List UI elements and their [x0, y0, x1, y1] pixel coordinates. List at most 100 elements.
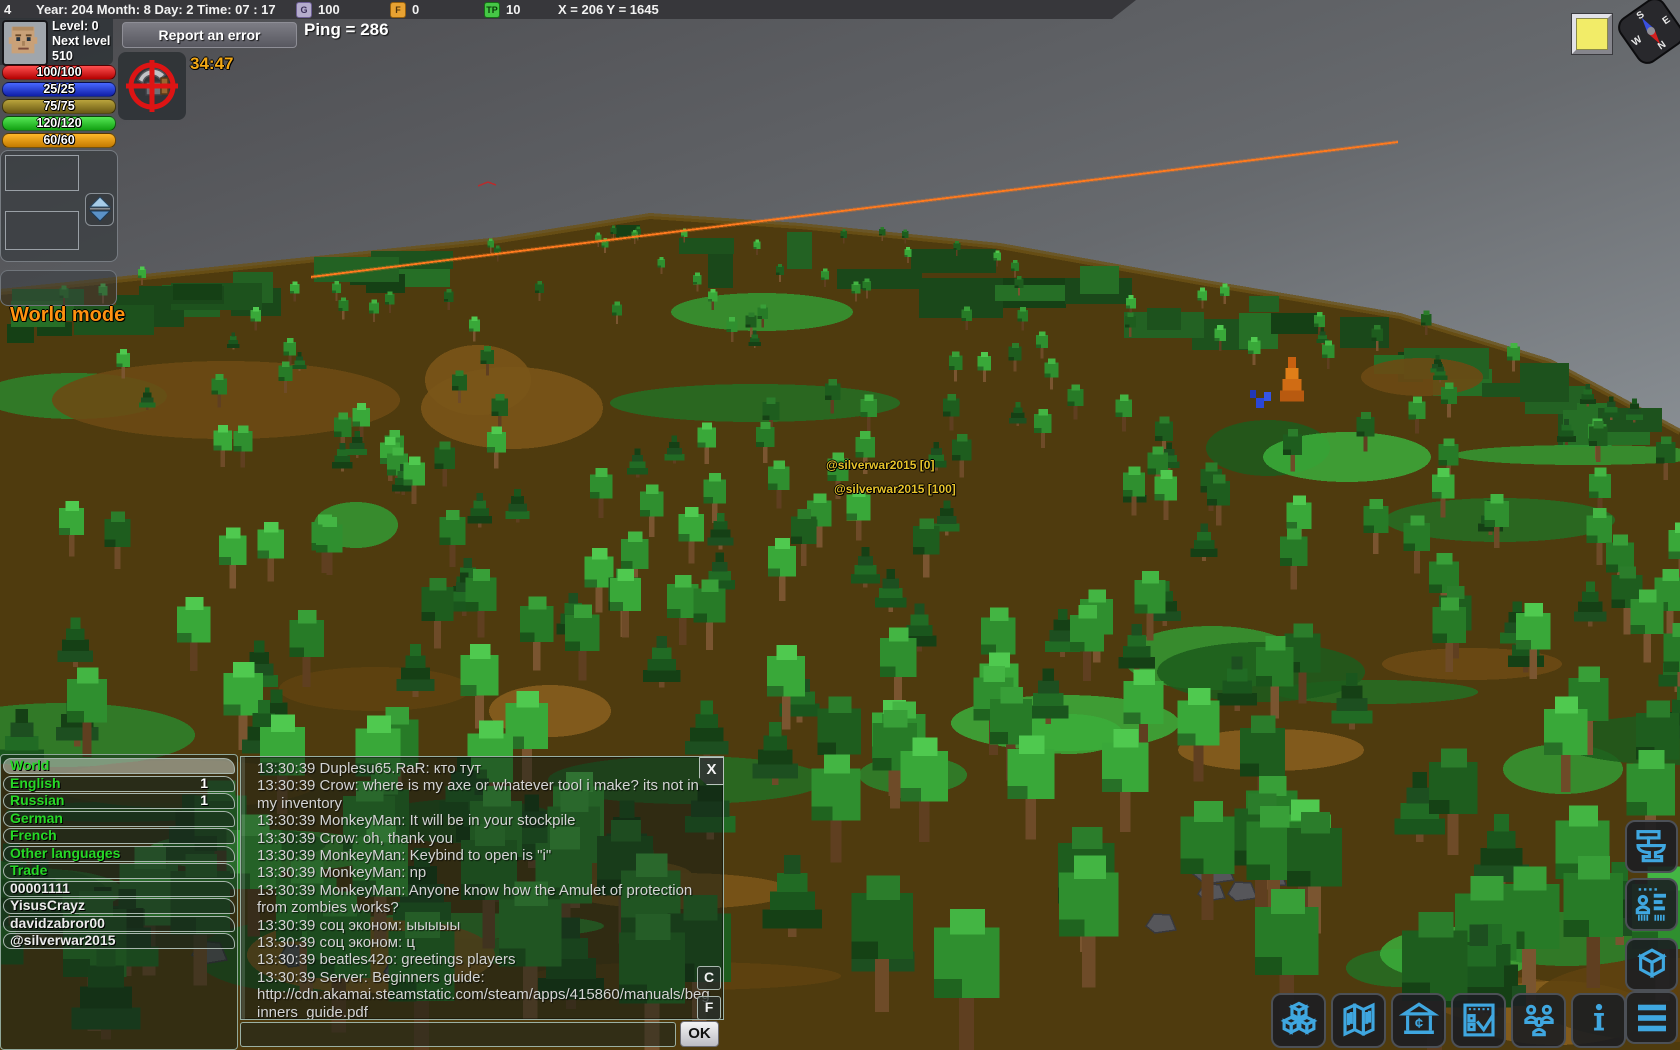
- resource-gold: G 100: [296, 0, 340, 19]
- tasks-button[interactable]: [1451, 993, 1506, 1048]
- chat-channel-trade[interactable]: Trade: [3, 863, 235, 879]
- chat-copy-button[interactable]: C: [697, 966, 721, 990]
- chat-channels-panel: World English 1 Russian 1 German French Other l…: [0, 754, 238, 1050]
- channel-label: davidzabror00: [10, 914, 105, 931]
- chat-message: 13:30:39 Crow: oh, thank you: [257, 829, 453, 847]
- chat-channel-world[interactable]: World: [3, 758, 235, 774]
- blocks-button[interactable]: [1271, 993, 1326, 1048]
- stat-bar: 75/75: [2, 99, 116, 114]
- info-icon: [1593, 1003, 1604, 1031]
- channel-label: 00001111: [10, 879, 70, 896]
- chat-message: 13:30:39 beatles42o: greetings players: [257, 951, 516, 969]
- level-info: Level: 0 Next level 510: [52, 19, 110, 64]
- player-world-label: @silverwar2015 [0]: [826, 458, 935, 472]
- chat-channel-silverwar2015[interactable]: @silverwar2015: [3, 933, 235, 949]
- gold-value: 100: [318, 2, 340, 17]
- players-group-icon: [1523, 1004, 1554, 1037]
- slot-spinner[interactable]: [85, 193, 114, 226]
- channel-label: German: [10, 809, 63, 826]
- channel-label: Russian: [10, 792, 65, 808]
- chat-channel-00001111[interactable]: 00001111: [3, 879, 235, 897]
- stat-bar: 120/120: [2, 116, 116, 131]
- stat-bar: 60/60: [2, 133, 116, 148]
- chat-filter-button[interactable]: F: [697, 996, 721, 1020]
- channel-label: English: [10, 774, 61, 791]
- travel-points-icon: TP: [484, 2, 500, 18]
- menu-button[interactable]: [1625, 991, 1678, 1044]
- chat-window[interactable]: 13:30:39 Duplesu65.RaR: кто тут 13:30:39 …: [240, 756, 724, 1020]
- chat-input[interactable]: [240, 1022, 676, 1047]
- avatar[interactable]: [2, 20, 48, 66]
- channel-label: World: [10, 757, 50, 773]
- channel-unread-count: 1: [200, 774, 208, 791]
- resource-travel-points: TP 10: [484, 0, 520, 19]
- equip-slots-panel: [0, 150, 118, 262]
- bottom-toolbar: ¢: [1271, 993, 1626, 1048]
- mode-label: World mode: [10, 304, 126, 326]
- chat-message: 13:30:39 Crow: where is my axe or whatev…: [257, 777, 699, 812]
- chat-close-button[interactable]: X: [699, 757, 724, 785]
- tasks-checklist-icon: [1462, 1003, 1495, 1037]
- chat-message: 13:30:39 MonkeyMan: Keybind to open is "…: [257, 847, 552, 865]
- chat-message: 13:30:39 MonkeyMan: Anyone know how the …: [257, 881, 693, 917]
- bank-button[interactable]: ¢: [1391, 993, 1446, 1048]
- channel-label: Other languages: [10, 844, 121, 861]
- crosshair-tool-icon: [126, 60, 178, 112]
- spinner-up-icon[interactable]: [88, 196, 111, 208]
- chat-channel-yisuscrayz[interactable]: YisusCrayz: [3, 898, 235, 914]
- chat-channel-french[interactable]: French: [3, 828, 235, 844]
- chat-message: 13:30:39 соц эконом: ыыыыы: [257, 916, 461, 934]
- travel-points-value: 10: [506, 2, 521, 17]
- chat-message: 13:30:39 соц эконом: ц: [257, 934, 415, 952]
- population-stats-icon: [1635, 888, 1666, 921]
- minimap-toggle-button[interactable]: [1572, 14, 1612, 54]
- info-button[interactable]: [1571, 993, 1626, 1048]
- food-icon: F: [390, 2, 406, 18]
- block-button[interactable]: [1625, 938, 1678, 991]
- item-slot-2[interactable]: [5, 211, 79, 250]
- stat-bar: 25/25: [2, 82, 116, 97]
- respawn-timer: 34:47: [190, 54, 234, 73]
- spinner-down-icon[interactable]: [88, 210, 111, 222]
- channel-unread-count: 1: [200, 792, 208, 808]
- item-slot-1[interactable]: [5, 155, 79, 191]
- chat-channel-davidzabror00[interactable]: davidzabror00: [3, 914, 235, 932]
- players-button[interactable]: [1511, 993, 1566, 1048]
- avatar-face-icon: [4, 22, 42, 60]
- player-panel: Level: 0 Next level 510: [0, 18, 113, 66]
- ping-label: Ping = 286: [304, 20, 389, 39]
- cube-icon: [1636, 948, 1667, 979]
- menu-bars-icon: [1637, 1004, 1666, 1032]
- level-label: Level: 0: [52, 19, 99, 33]
- top-status-bar: 4 Year: 204 Month: 8 Day: 2 Time: 07 : 1…: [0, 0, 1136, 19]
- report-error-button[interactable]: Report an error: [122, 22, 297, 48]
- chat-channel-other-languages[interactable]: Other languages: [3, 844, 235, 862]
- gold-icon: G: [296, 2, 312, 18]
- cent-symbol: ¢: [1414, 1016, 1422, 1032]
- quickbar-panel: [0, 270, 117, 306]
- chat-channel-russian[interactable]: Russian 1: [3, 793, 235, 809]
- food-value: 0: [412, 2, 420, 17]
- population-button[interactable]: [1625, 878, 1678, 931]
- chat-channel-english[interactable]: English 1: [3, 774, 235, 792]
- chat-channel-german[interactable]: German: [3, 809, 235, 827]
- chat-message: 13:30:39 Duplesu65.RaR: кто тут: [257, 760, 482, 777]
- next-level-value: 510: [52, 49, 73, 63]
- stat-bar: 100/100: [2, 65, 116, 80]
- map-button[interactable]: [1331, 993, 1386, 1048]
- resource-food: F0: [390, 0, 419, 19]
- anvil-hammer-icon: [1635, 830, 1666, 863]
- map-icon: [1342, 1002, 1375, 1037]
- chat-message: 13:30:39 Server: Beginners guide: http:/…: [257, 968, 710, 1020]
- stat-bars: 100/100 25/25 75/75 120/120 60/60: [2, 65, 116, 150]
- channel-label: French: [10, 827, 57, 843]
- channel-label: YisusCrayz: [10, 897, 85, 913]
- chat-send-button[interactable]: OK: [680, 1021, 719, 1047]
- player-coordinates: X = 206 Y = 1645: [558, 2, 659, 17]
- target-crosshair-button[interactable]: [118, 52, 186, 120]
- next-level-label: Next level: [52, 34, 111, 48]
- crafting-button[interactable]: [1625, 820, 1678, 873]
- chat-message: 13:30:39 MonkeyMan: It will be in your s…: [257, 812, 576, 830]
- bank-building-icon: ¢: [1398, 1002, 1439, 1034]
- channel-label: Trade: [10, 862, 48, 878]
